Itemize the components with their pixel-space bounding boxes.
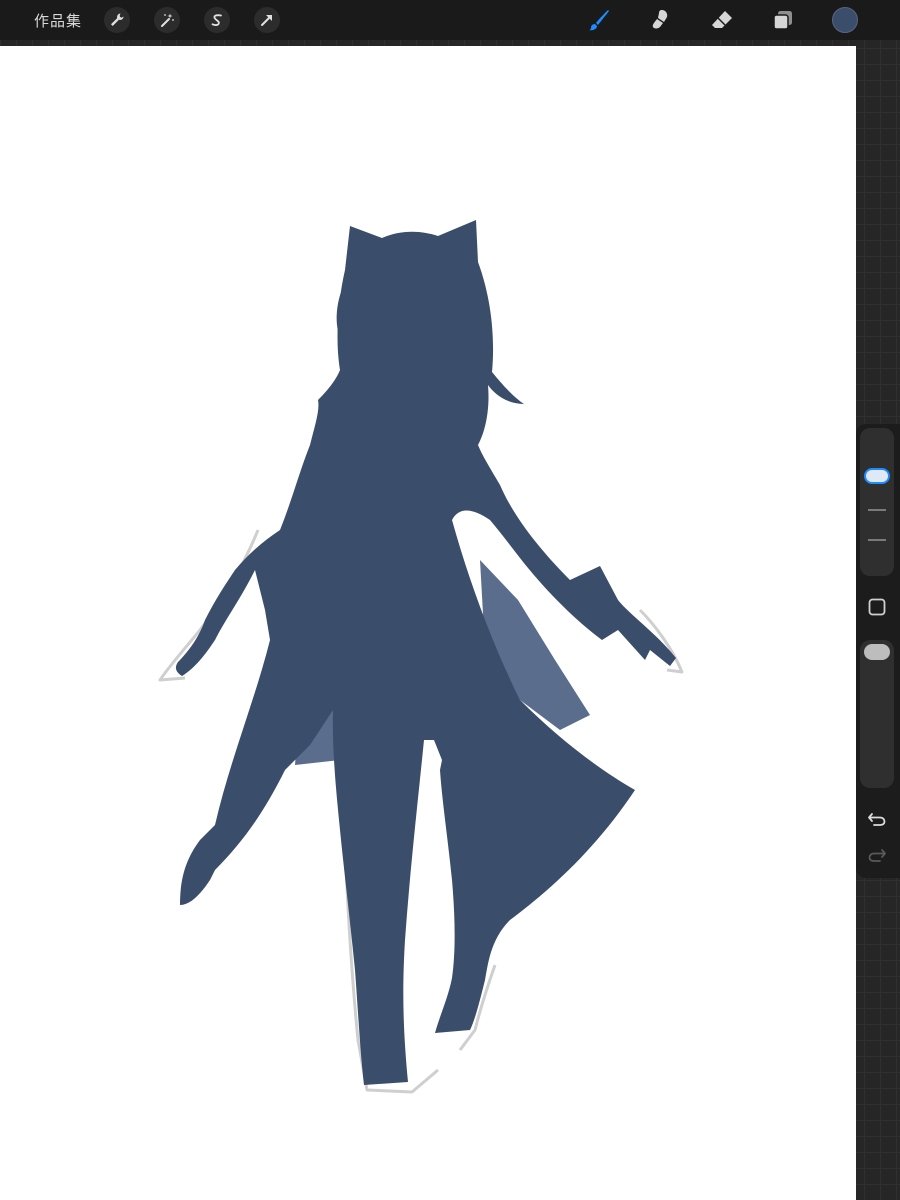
selection-button[interactable] [204, 7, 231, 33]
layers-icon [773, 11, 792, 30]
character-silhouette [158, 220, 684, 1094]
modify-button[interactable] [868, 598, 886, 616]
layers-tool-button[interactable] [767, 4, 799, 36]
color-picker-button[interactable] [832, 7, 858, 33]
smudge-icon [652, 10, 668, 29]
brush-icon [589, 10, 609, 31]
brush-size-slider[interactable] [860, 428, 894, 576]
side-tool-panel [856, 424, 900, 878]
brush-size-handle[interactable] [864, 468, 890, 484]
eraser-icon [712, 11, 732, 28]
redo-icon [868, 849, 886, 862]
body-shape [175, 220, 677, 1085]
transform-arrow-icon [261, 15, 273, 26]
actions-button[interactable] [104, 7, 131, 33]
selection-s-icon [211, 14, 222, 26]
brush-tool-button[interactable] [583, 4, 615, 36]
smudge-tool-button[interactable] [644, 4, 676, 36]
redo-button[interactable] [866, 844, 888, 866]
size-tick [868, 539, 886, 541]
opacity-slider[interactable] [860, 640, 894, 788]
opacity-handle[interactable] [864, 644, 890, 660]
undo-button[interactable] [866, 808, 888, 830]
magic-wand-icon [161, 13, 174, 27]
undo-icon [868, 813, 886, 826]
gallery-button[interactable]: 作品集 [34, 10, 82, 31]
drawing-canvas[interactable] [0, 46, 856, 1200]
modify-square-icon [868, 598, 886, 616]
adjustments-button[interactable] [154, 7, 181, 33]
transform-button[interactable] [254, 7, 281, 33]
wrench-icon [111, 13, 124, 26]
size-tick [868, 509, 886, 511]
eraser-tool-button[interactable] [706, 4, 738, 36]
top-toolbar: 作品集 [0, 0, 900, 40]
